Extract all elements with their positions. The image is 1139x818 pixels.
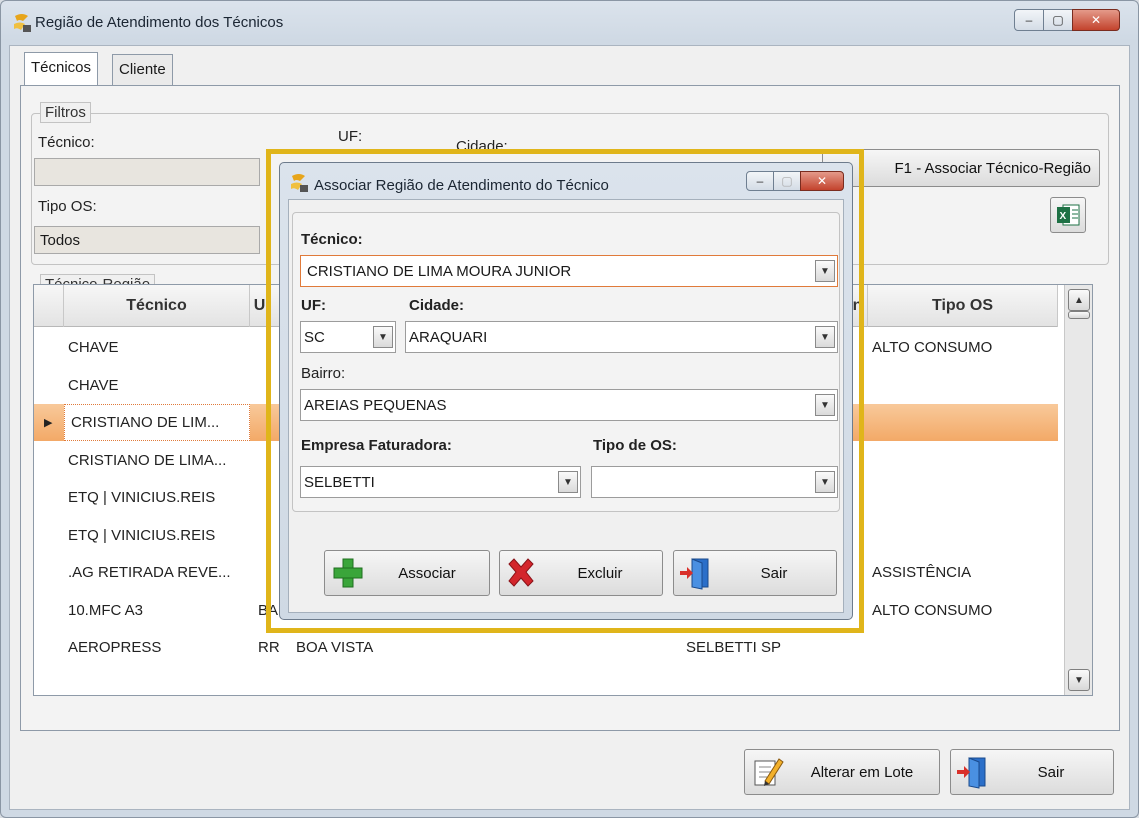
- chevron-down-icon[interactable]: ▼: [558, 471, 578, 493]
- dialog-title: Associar Região de Atendimento do Técnic…: [314, 177, 609, 194]
- app-logo-icon: [14, 14, 31, 32]
- dialog-uf-value: SC: [304, 329, 325, 346]
- dialog-tipo-os-label: Tipo de OS:: [593, 437, 677, 454]
- dialog-bairro-select[interactable]: AREIAS PEQUENAS ▼: [300, 389, 838, 421]
- edit-document-icon: [754, 758, 784, 786]
- exit-door-icon: [957, 757, 986, 789]
- dialog-cidade-select[interactable]: ARAQUARI ▼: [405, 321, 838, 353]
- tab-tecnicos[interactable]: Técnicos: [24, 52, 99, 87]
- chevron-down-icon[interactable]: ▼: [815, 326, 835, 348]
- dialog-cidade-label: Cidade:: [409, 297, 465, 314]
- dialog-maximize-button[interactable]: ▢: [773, 171, 801, 191]
- dialog-bairro-value: AREIAS PEQUENAS: [304, 397, 447, 414]
- tecnico-filter-label: Técnico:: [38, 134, 95, 151]
- chevron-down-icon[interactable]: ▼: [815, 260, 835, 282]
- table-row[interactable]: AEROPRESS RR BOA VISTA SELBETTI SP: [34, 629, 1058, 666]
- title-bar[interactable]: Região de Atendimento dos Técnicos – ▢ ✕: [1, 1, 1138, 45]
- dialog-empresa-label: Empresa Faturadora:: [301, 437, 452, 454]
- table-cell-tecnico: CHAVE: [68, 339, 119, 356]
- export-excel-button[interactable]: X: [1050, 197, 1086, 233]
- dialog-empresa-value: SELBETTI: [304, 474, 375, 491]
- table-cell-tecnico: CHAVE: [68, 376, 119, 394]
- filters-group-title: Filtros: [40, 102, 91, 123]
- associar-tecnico-regiao-label: F1 - Associar Técnico-Região: [894, 159, 1091, 177]
- dialog-tecnico-select[interactable]: CRISTIANO DE LIMA MOURA JUNIOR ▼: [300, 255, 838, 287]
- uf-filter-label: UF:: [338, 128, 363, 145]
- table-cell-tecnico: CRISTIANO DE LIMA...: [68, 451, 227, 469]
- tipo-os-filter-label: Tipo OS:: [38, 198, 97, 215]
- excluir-label: Excluir: [577, 564, 623, 582]
- excluir-button[interactable]: Excluir: [499, 550, 663, 596]
- table-cell-tecnico: ETQ | VINICIUS.REIS: [68, 489, 216, 506]
- table-cell-tipo: ALTO CONSUMO: [872, 601, 993, 619]
- table-cell-tecnico: AEROPRESS: [68, 639, 162, 656]
- associar-regiao-dialog: Associar Região de Atendimento do Técnic…: [279, 162, 853, 620]
- dialog-sair-button[interactable]: Sair: [673, 550, 837, 596]
- dialog-tecnico-label: Técnico:: [301, 231, 363, 248]
- chevron-down-icon[interactable]: ▼: [815, 471, 835, 493]
- associar-label: Associar: [398, 564, 456, 582]
- row-header-column: [34, 285, 64, 327]
- table-cell-tipo: [872, 404, 1058, 441]
- sair-label: Sair: [1037, 763, 1065, 781]
- dialog-bairro-label: Bairro:: [301, 365, 346, 382]
- table-cell-tecnico: CRISTIANO DE LIM...: [64, 404, 250, 441]
- tipo-os-filter-select[interactable]: Todos: [34, 226, 260, 254]
- table-cell-tipo: [872, 629, 1058, 666]
- table-cell-tecnico: .AG RETIRADA REVE...: [68, 564, 231, 581]
- scroll-thumb[interactable]: [1068, 311, 1090, 319]
- dialog-fields-group: Técnico: CRISTIANO DE LIMA MOURA JUNIOR …: [292, 212, 840, 512]
- maximize-button[interactable]: ▢: [1043, 9, 1073, 31]
- dialog-tecnico-value: CRISTIANO DE LIMA MOURA JUNIOR: [307, 263, 572, 280]
- scroll-up-button[interactable]: ▲: [1068, 289, 1090, 311]
- tab-cliente[interactable]: Cliente: [112, 54, 173, 86]
- minimize-button[interactable]: –: [1014, 9, 1044, 31]
- table-cell-tipo: ALTO CONSUMO: [872, 339, 993, 356]
- table-cell-tecnico: ETQ | VINICIUS.REIS: [68, 526, 216, 544]
- table-cell-tipo: [872, 442, 1058, 479]
- dialog-uf-label: UF:: [301, 297, 326, 314]
- delete-x-icon: [508, 558, 534, 587]
- table-cell-tipo: [872, 479, 1058, 516]
- sair-button[interactable]: Sair: [950, 749, 1114, 795]
- scroll-down-button[interactable]: ▼: [1068, 669, 1090, 691]
- table-cell-uf: RR: [258, 639, 280, 656]
- dialog-sair-label: Sair: [760, 564, 788, 582]
- exit-door-icon: [680, 558, 709, 590]
- table-cell-tipo: [872, 367, 1058, 404]
- associar-button[interactable]: Associar: [324, 550, 490, 596]
- alterar-em-lote-button[interactable]: Alterar em Lote: [744, 749, 940, 795]
- app-logo-icon: [291, 174, 308, 192]
- dialog-empresa-select[interactable]: SELBETTI ▼: [300, 466, 581, 498]
- chevron-down-icon[interactable]: ▼: [373, 326, 393, 348]
- dialog-minimize-button[interactable]: –: [746, 171, 774, 191]
- dialog-cidade-value: ARAQUARI: [409, 329, 488, 346]
- dialog-close-button[interactable]: ✕: [800, 171, 844, 191]
- alterar-em-lote-label: Alterar em Lote: [810, 763, 914, 781]
- dialog-uf-select[interactable]: SC ▼: [300, 321, 396, 353]
- excel-icon: X: [1057, 204, 1080, 226]
- table-cell-tecnico: 10.MFC A3: [68, 601, 144, 619]
- close-button[interactable]: ✕: [1072, 9, 1120, 31]
- column-header-tipo-os[interactable]: Tipo OS: [868, 285, 1058, 327]
- chevron-down-icon[interactable]: ▼: [815, 394, 835, 416]
- plus-icon: [333, 558, 363, 588]
- grid-vertical-scrollbar[interactable]: ▲ ▼: [1064, 285, 1092, 695]
- window-title: Região de Atendimento dos Técnicos: [35, 14, 284, 31]
- table-cell-empresa: SELBETTI SP: [686, 639, 782, 656]
- current-row-indicator-icon: ▶: [44, 417, 53, 429]
- table-cell-tipo: ASSISTÊNCIA: [872, 564, 972, 581]
- table-cell-tipo: [872, 517, 1058, 554]
- table-cell-cidade: BOA VISTA: [296, 639, 374, 656]
- svg-text:X: X: [1060, 211, 1067, 222]
- tecnico-filter-input[interactable]: [34, 158, 260, 186]
- dialog-tipo-os-select[interactable]: ▼: [591, 466, 838, 498]
- column-header-tecnico[interactable]: Técnico: [64, 285, 250, 327]
- dialog-client-area: Técnico: CRISTIANO DE LIMA MOURA JUNIOR …: [288, 199, 844, 613]
